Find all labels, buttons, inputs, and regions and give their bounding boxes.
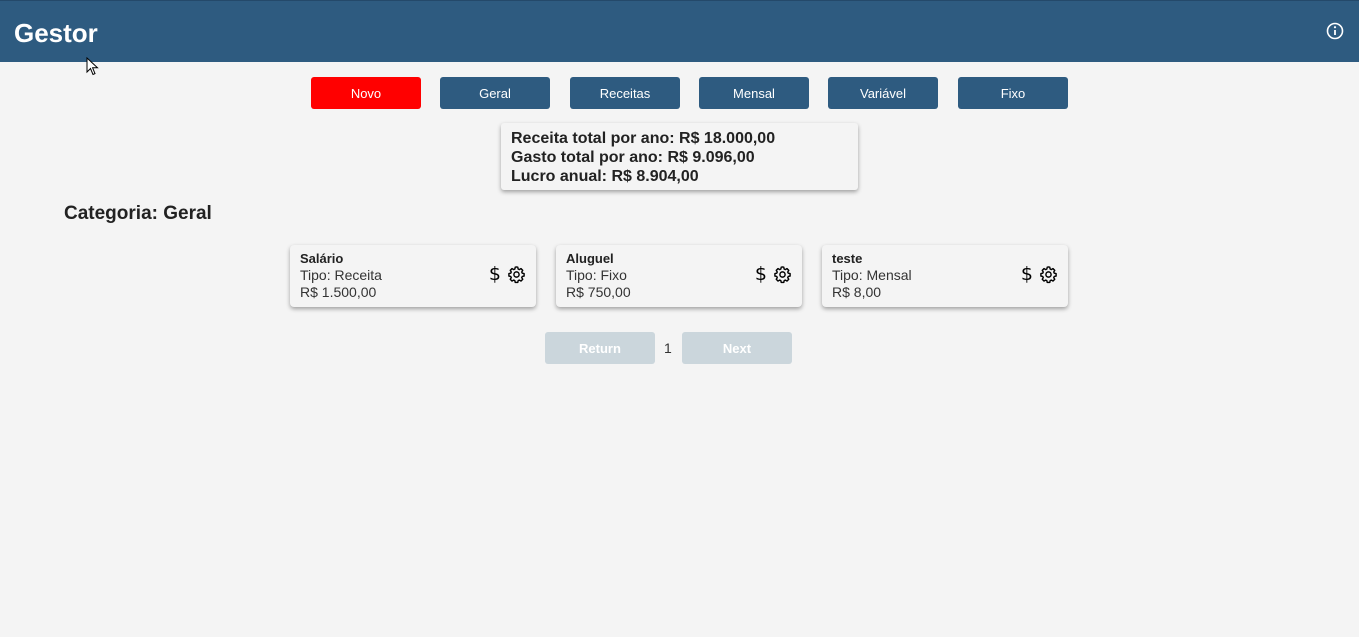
receitas-button[interactable]: Receitas: [570, 77, 680, 109]
app-title: Gestor: [14, 18, 98, 48]
gasto-total-text: Gasto total por ano: R$ 9.096,00: [511, 149, 755, 166]
entry-value: R$ 1.500,00: [300, 284, 377, 300]
entry-value: R$ 8,00: [832, 284, 882, 300]
page-number: 1: [664, 340, 672, 356]
entry-card: Aluguel Tipo: Fixo R$ 750,00 $: [556, 245, 802, 307]
dollar-icon[interactable]: $: [1021, 264, 1033, 284]
gear-icon[interactable]: [773, 265, 792, 284]
filter-nav: Novo Geral Receitas Mensal Variável Fixo: [0, 77, 1359, 109]
geral-button[interactable]: Geral: [440, 77, 550, 109]
next-button[interactable]: Next: [682, 332, 792, 364]
entry-actions: $: [489, 264, 526, 284]
entry-actions: $: [755, 264, 792, 284]
category-title: Categoria: Geral: [64, 203, 212, 224]
app-header: Gestor: [0, 0, 1359, 62]
mensal-button[interactable]: Mensal: [699, 77, 809, 109]
summary-box: Receita total por ano: R$ 18.000,00 Gast…: [501, 123, 858, 190]
entry-card: teste Tipo: Mensal R$ 8,00 $: [822, 245, 1068, 307]
gear-icon[interactable]: [1039, 265, 1058, 284]
return-button[interactable]: Return: [545, 332, 655, 364]
entry-value: R$ 750,00: [566, 284, 631, 300]
entry-card: Salário Tipo: Receita R$ 1.500,00 $: [290, 245, 536, 307]
mouse-cursor-icon: [86, 57, 99, 76]
receita-total-text: Receita total por ano: R$ 18.000,00: [511, 130, 776, 147]
entry-actions: $: [1021, 264, 1058, 284]
dollar-icon[interactable]: $: [489, 264, 501, 284]
fixo-button[interactable]: Fixo: [958, 77, 1068, 109]
dollar-icon[interactable]: $: [755, 264, 767, 284]
novo-button[interactable]: Novo: [311, 77, 421, 109]
info-icon[interactable]: [1326, 22, 1344, 40]
lucro-anual-text: Lucro anual: R$ 8.904,00: [511, 168, 699, 185]
variavel-button[interactable]: Variável: [828, 77, 938, 109]
gear-icon[interactable]: [507, 265, 526, 284]
pagination: Return 1 Next: [0, 332, 1359, 364]
